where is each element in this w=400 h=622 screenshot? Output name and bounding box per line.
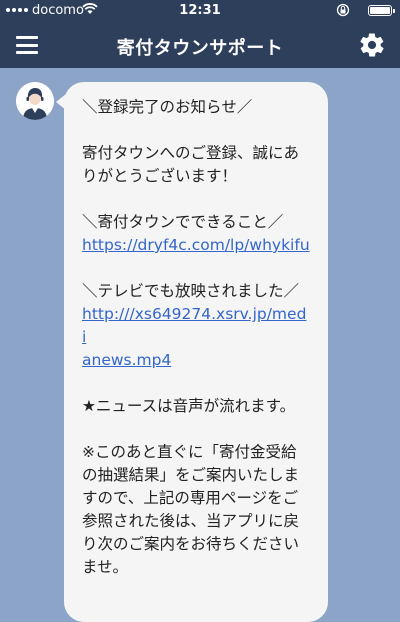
message-spacer [82,372,310,395]
gear-icon[interactable] [358,31,386,59]
message-audio-note: ★ニュースは音声が流れます。 [82,397,296,415]
app-title: 寄付タウンサポート [116,38,284,59]
message-note-line-4: 参照された後は、当アプリに戻 [82,512,300,530]
orientation-lock-icon [336,3,350,17]
message-spacer [82,257,310,280]
message-note-line-2: の抽選結果」をご案内いたしま [82,466,300,484]
message-feature-heading: ＼寄付タウンでできること／ [82,213,284,231]
message-thanks-line-2: りがとうございます！ [82,167,238,185]
chat-area[interactable]: ＼登録完了のお知らせ／ 寄付タウンへのご登録、誠にあ りがとうございます！ ＼寄… [0,68,400,622]
message-spacer [82,119,310,142]
message-bubble: ＼登録完了のお知らせ／ 寄付タウンへのご登録、誠にあ りがとうございます！ ＼寄… [64,82,328,622]
message-heading: ＼登録完了のお知らせ／ [82,98,253,116]
tv-link-line-1[interactable]: http:///xs649274.xsrv.jp/medi [82,303,310,349]
message-note-line-3: すので、上記の専用ページをご [82,489,299,507]
battery-tip [393,9,395,13]
message-note-line-5: り次のご案内をお待ちください [82,535,300,553]
feature-link[interactable]: https://dryf4c.com/lp/whykifu [82,234,310,257]
battery-icon [368,5,392,16]
message-note-line-6: ませ。 [82,558,129,576]
app-header: 寄付タウンサポート [0,22,400,68]
status-bar: docomo 12:31 [0,0,400,22]
message-note-line-1: ※このあと直ぐに「寄付金受給 [82,443,297,461]
message-spacer [82,418,310,441]
message-spacer [82,188,310,211]
operator-avatar-icon [16,82,54,120]
tv-link-line-2[interactable]: anews.mp4 [82,349,310,372]
message-tv-heading: ＼テレビでも放映されました／ [82,282,300,300]
avatar[interactable] [16,82,54,120]
message-thanks-line-1: 寄付タウンへのご登録、誠にあ [82,144,300,162]
